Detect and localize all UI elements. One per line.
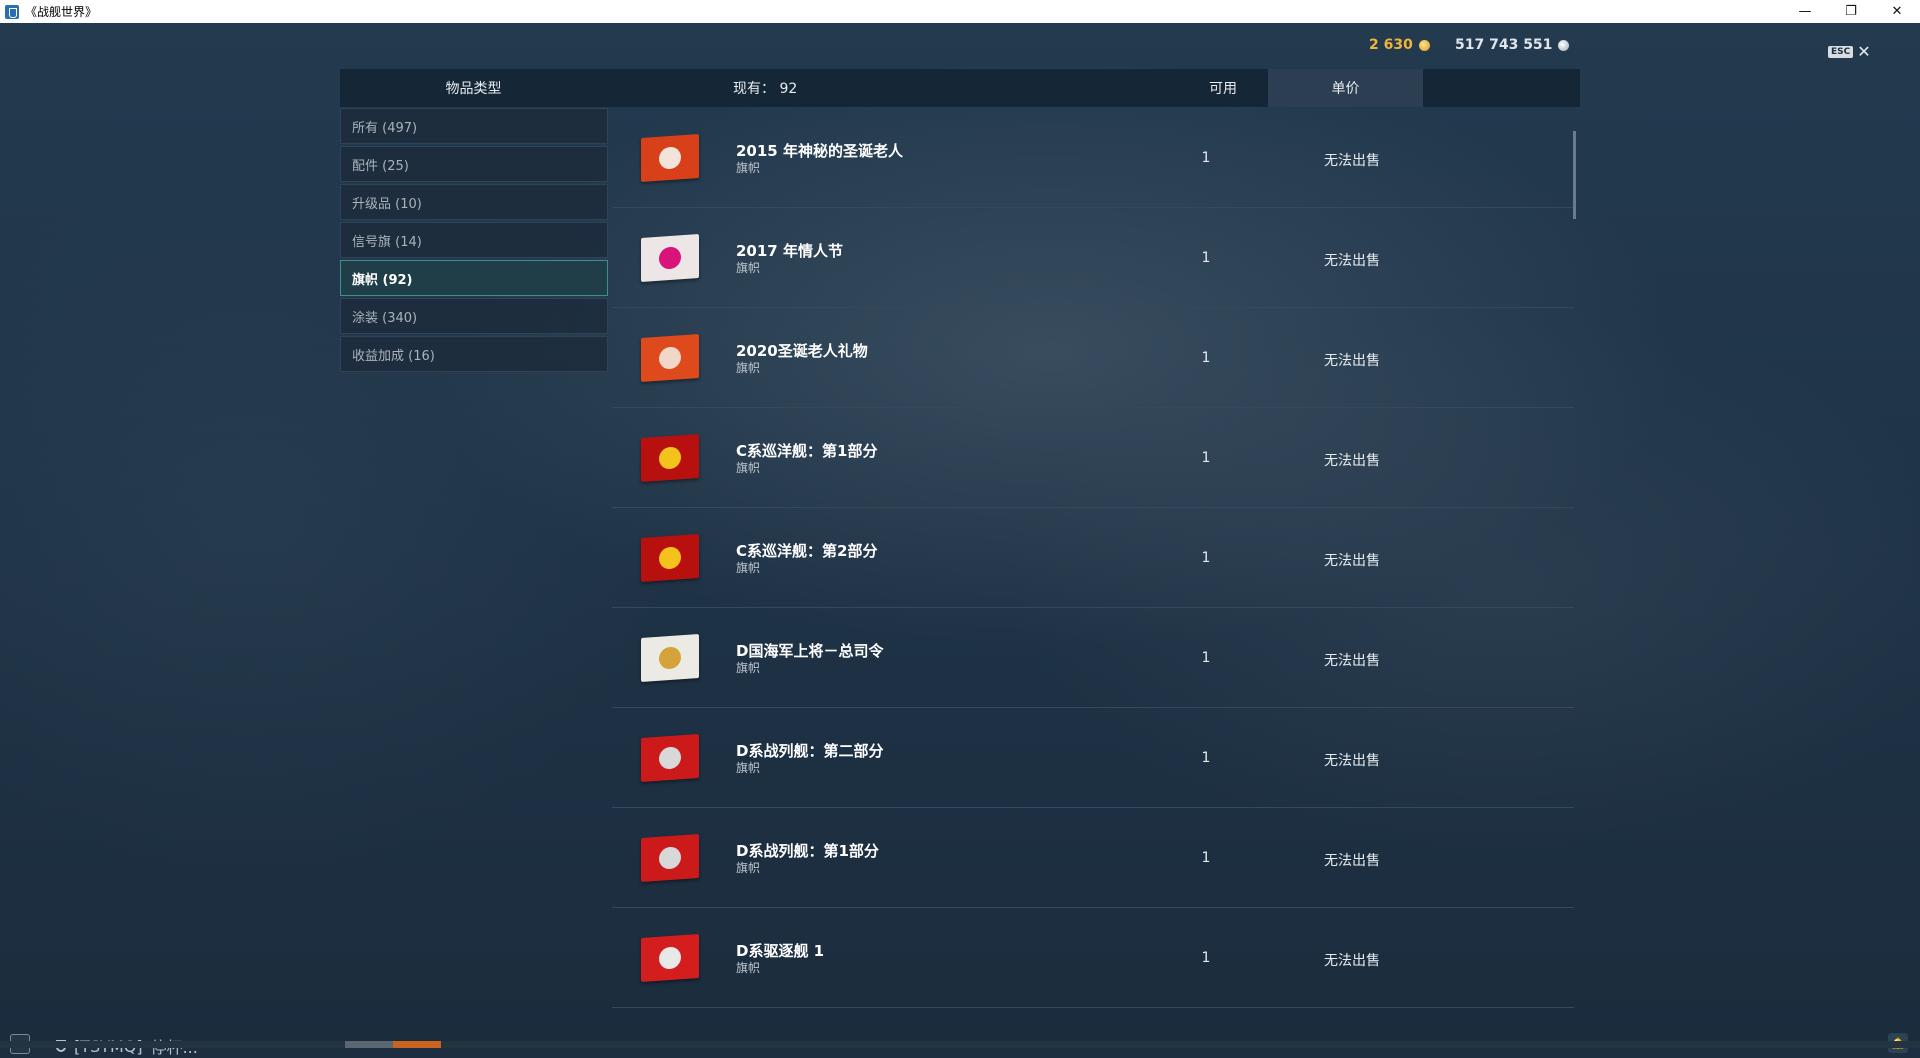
item-price: 无法出售: [1324, 153, 1380, 169]
item-quantity: 1: [1201, 350, 1211, 366]
flag-icon: [641, 433, 699, 483]
item-type-sidebar: 所有 (497) 配件 (25) 升级品 (10) 信号旗 (14) 旗帜 (9…: [340, 108, 608, 374]
window-title: 《战舰世界》: [25, 5, 98, 19]
flag-icon: [641, 533, 699, 583]
gold-balance: 2 630: [1369, 37, 1430, 53]
restore-button[interactable]: ❐: [1828, 0, 1874, 23]
item-price: 无法出售: [1324, 353, 1380, 369]
item-quantity: 1: [1201, 550, 1211, 566]
credits-amount: 517 743 551: [1455, 37, 1553, 53]
inventory-screen: 2 630 517 743 551 ESC ✕ 物品类型 现有： 92 可用 单…: [0, 23, 1920, 1057]
sidebar-item-upgrades[interactable]: 升级品 (10): [340, 184, 608, 220]
item-quantity: 1: [1201, 450, 1211, 466]
item-name: D系战列舰：第1部分: [736, 842, 879, 860]
item-name: D系驱逐舰 1: [736, 942, 825, 960]
item-name: 2015 年神秘的圣诞老人: [736, 142, 903, 160]
sidebar-item-flags[interactable]: 旗帜 (92): [340, 260, 608, 296]
item-type-header: 物品类型: [445, 81, 502, 97]
taskbar-item-active[interactable]: [393, 1041, 441, 1048]
item-name: 2020圣诞老人礼物: [736, 342, 868, 360]
flag-emblem-icon: [659, 246, 681, 270]
item-category: 旗帜: [736, 261, 761, 275]
item-quantity: 1: [1201, 250, 1211, 266]
list-item[interactable]: D系战列舰：第1部分 旗帜 1 无法出售: [612, 808, 1574, 908]
item-quantity: 1: [1201, 850, 1211, 866]
item-price: 无法出售: [1324, 553, 1380, 569]
item-category: 旗帜: [736, 961, 761, 975]
window-title-bar: 《战舰世界》 — ❐ ✕: [0, 0, 1920, 23]
item-name: D系战列舰：第二部分: [736, 742, 884, 760]
item-price: 无法出售: [1324, 453, 1380, 469]
flag-icon: [641, 833, 699, 883]
taskbar-item[interactable]: [345, 1041, 393, 1048]
item-category: 旗帜: [736, 161, 761, 175]
price-column-header[interactable]: 单价: [1268, 69, 1423, 107]
owned-count-header: 现有： 92: [733, 81, 798, 97]
list-scrollbar[interactable]: [1573, 131, 1576, 219]
close-icon[interactable]: ✕: [1857, 44, 1870, 60]
flag-emblem-icon: [659, 946, 681, 970]
flag-emblem-icon: [659, 146, 681, 170]
item-name: D国海军上将－总司令: [736, 642, 884, 660]
list-item[interactable]: D系驱逐舰 1 旗帜 1 无法出售: [612, 908, 1574, 1008]
item-category: 旗帜: [736, 561, 761, 575]
item-quantity: 1: [1201, 150, 1211, 166]
sidebar-item-modules[interactable]: 配件 (25): [340, 146, 608, 182]
item-price: 无法出售: [1324, 753, 1380, 769]
flag-list: 2015 年神秘的圣诞老人 旗帜 1 无法出售 2017 年情人节 旗帜 1 无法出售 2020…: [612, 108, 1574, 1008]
flag-icon: [641, 133, 699, 183]
flag-icon: [641, 333, 699, 383]
item-quantity: 1: [1201, 650, 1211, 666]
flag-emblem-icon: [659, 446, 681, 470]
gold-amount: 2 630: [1369, 37, 1413, 53]
item-price: 无法出售: [1324, 253, 1380, 269]
table-header: 物品类型 现有： 92 可用 单价: [340, 69, 1580, 107]
list-item[interactable]: C系巡洋舰：第2部分 旗帜 1 无法出售: [612, 508, 1574, 608]
flag-emblem-icon: [659, 346, 681, 370]
minimize-button[interactable]: —: [1782, 0, 1828, 23]
flag-icon: [641, 633, 699, 683]
item-category: 旗帜: [736, 461, 761, 475]
flag-emblem-icon: [659, 846, 681, 870]
flag-icon: [641, 233, 699, 283]
available-column-header[interactable]: 可用: [1178, 69, 1268, 107]
item-category: 旗帜: [736, 661, 761, 675]
item-price: 无法出售: [1324, 853, 1380, 869]
item-category: 旗帜: [736, 761, 761, 775]
item-price: 无法出售: [1324, 953, 1380, 969]
flag-icon: [641, 733, 699, 783]
list-item[interactable]: D国海军上将－总司令 旗帜 1 无法出售: [612, 608, 1574, 708]
credits-balance: 517 743 551: [1455, 37, 1570, 53]
flag-emblem-icon: [659, 546, 681, 570]
item-name: C系巡洋舰：第2部分: [736, 542, 878, 560]
taskbar-strip: [0, 1041, 1920, 1048]
flag-emblem-icon: [659, 746, 681, 770]
list-item[interactable]: D系战列舰：第二部分 旗帜 1 无法出售: [612, 708, 1574, 808]
close-screen-button[interactable]: ESC ✕: [1828, 44, 1871, 60]
item-name: C系巡洋舰：第1部分: [736, 442, 878, 460]
app-icon: [5, 4, 19, 19]
item-category: 旗帜: [736, 861, 761, 875]
sidebar-item-camouflages[interactable]: 涂装 (340): [340, 298, 608, 334]
item-name: 2017 年情人节: [736, 242, 843, 260]
list-item[interactable]: 2017 年情人节 旗帜 1 无法出售: [612, 208, 1574, 308]
list-item[interactable]: C系巡洋舰：第1部分 旗帜 1 无法出售: [612, 408, 1574, 508]
item-price: 无法出售: [1324, 653, 1380, 669]
item-quantity: 1: [1201, 750, 1211, 766]
item-quantity: 1: [1201, 950, 1211, 966]
sidebar-item-economic-bonuses[interactable]: 收益加成 (16): [340, 336, 608, 372]
flag-icon: [641, 933, 699, 983]
item-category: 旗帜: [736, 361, 761, 375]
sidebar-item-signals[interactable]: 信号旗 (14): [340, 222, 608, 258]
credits-icon: [1558, 39, 1570, 51]
sidebar-item-all[interactable]: 所有 (497): [340, 108, 608, 144]
doubloon-icon: [1418, 39, 1430, 51]
list-item[interactable]: 2015 年神秘的圣诞老人 旗帜 1 无法出售: [612, 108, 1574, 208]
close-window-button[interactable]: ✕: [1874, 0, 1920, 23]
esc-key-icon: ESC: [1828, 46, 1854, 58]
list-item[interactable]: 2020圣诞老人礼物 旗帜 1 无法出售: [612, 308, 1574, 408]
flag-emblem-icon: [659, 646, 681, 670]
